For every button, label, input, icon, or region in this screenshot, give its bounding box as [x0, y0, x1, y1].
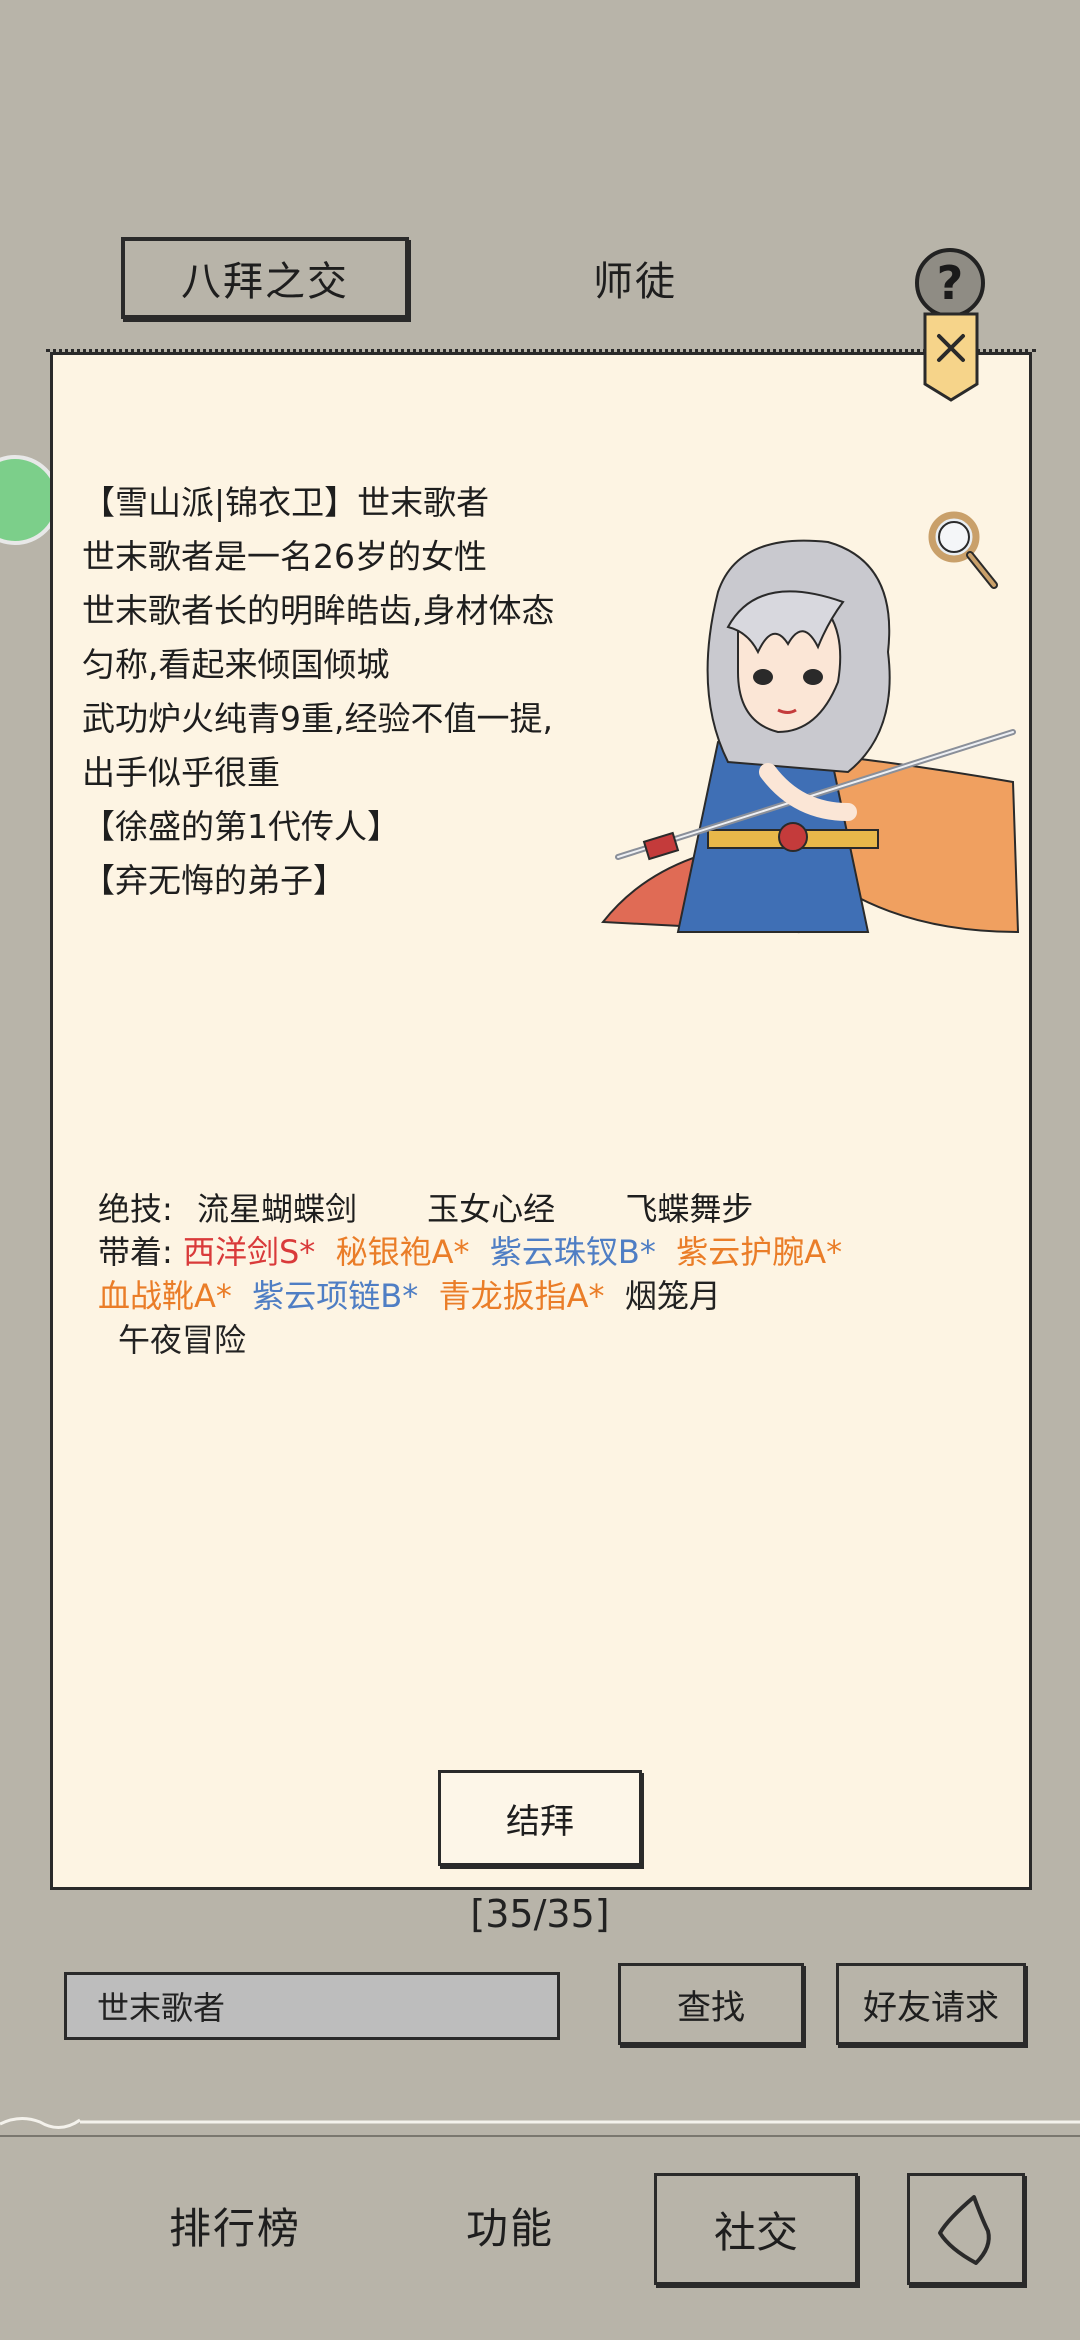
back-button[interactable]	[907, 2173, 1025, 2285]
nav-social[interactable]: 社交	[654, 2173, 858, 2285]
equipment-item: 西洋剑S*	[182, 1233, 316, 1271]
equipment-item: 青龙扳指A*	[438, 1277, 605, 1315]
info-line: 世末歌者长的明眸皓齿,身材体态	[82, 591, 555, 630]
info-line: 出手似乎很重	[82, 753, 280, 792]
skill-item: 飞蝶舞步	[625, 1190, 754, 1228]
help-button[interactable]: ?	[915, 248, 985, 318]
equipment-item: 紫云珠钗B*	[489, 1233, 656, 1271]
sworn-brother-button[interactable]: 结拜	[438, 1770, 642, 1866]
skills-label: 绝技:	[98, 1190, 173, 1228]
equipment-item: 紫云护腕A*	[676, 1233, 843, 1271]
friend-counter: [35/35]	[470, 1892, 610, 1936]
tab-master-apprentice[interactable]: 师徒	[540, 237, 730, 319]
back-arrow-icon	[938, 2195, 991, 2265]
character-description: 【雪山派|锦衣卫】世末歌者 世末歌者是一名26岁的女性 世末歌者长的明眸皓齿,身…	[82, 476, 602, 908]
nav-functions[interactable]: 功能	[420, 2175, 600, 2275]
find-button[interactable]: 查找	[618, 1963, 804, 2045]
info-line: 匀称,看起来倾国倾城	[82, 645, 390, 684]
info-line: 【雪山派|锦衣卫】世末歌者	[82, 483, 490, 522]
tab-sworn-brothers[interactable]: 八拜之交	[121, 237, 409, 319]
decorative-divider	[0, 2117, 1080, 2137]
equipment-list: 带着: 西洋剑S* 秘银袍A* 紫云珠钗B* 紫云护腕A* 血战靴A* 紫云项链…	[98, 1230, 898, 1362]
equipment-item: 午夜冒险	[118, 1321, 247, 1359]
info-line: 【弃无悔的弟子】	[82, 861, 346, 900]
equipment-item: 紫云项链B*	[252, 1277, 419, 1315]
equipment-item: 秘银袍A*	[335, 1233, 470, 1271]
info-line: 世末歌者是一名26岁的女性	[82, 537, 487, 576]
info-line: 武功炉火纯青9重,经验不值一提,	[82, 699, 553, 738]
search-input[interactable]: 世末歌者	[64, 1972, 560, 2040]
skills-row: 绝技: 流星蝴蝶剑 玉女心经 飞蝶舞步	[98, 1184, 813, 1230]
search-value: 世末歌者	[97, 1989, 226, 2027]
character-portrait	[601, 539, 1020, 934]
skill-item: 流星蝴蝶剑	[196, 1190, 357, 1228]
nav-social-label: 社交	[713, 2207, 798, 2257]
equipment-label: 带着:	[98, 1233, 173, 1271]
question-icon: ?	[936, 256, 964, 310]
friend-request-button[interactable]: 好友请求	[836, 1963, 1026, 2045]
panel-divider	[46, 349, 1036, 352]
close-icon[interactable]	[921, 312, 981, 404]
equipment-item: 烟笼月	[624, 1277, 721, 1315]
skill-item: 玉女心经	[427, 1190, 556, 1228]
info-line: 【徐盛的第1代传人】	[82, 807, 400, 846]
equipment-item: 血战靴A*	[98, 1277, 232, 1315]
nav-leaderboard[interactable]: 排行榜	[130, 2175, 340, 2275]
